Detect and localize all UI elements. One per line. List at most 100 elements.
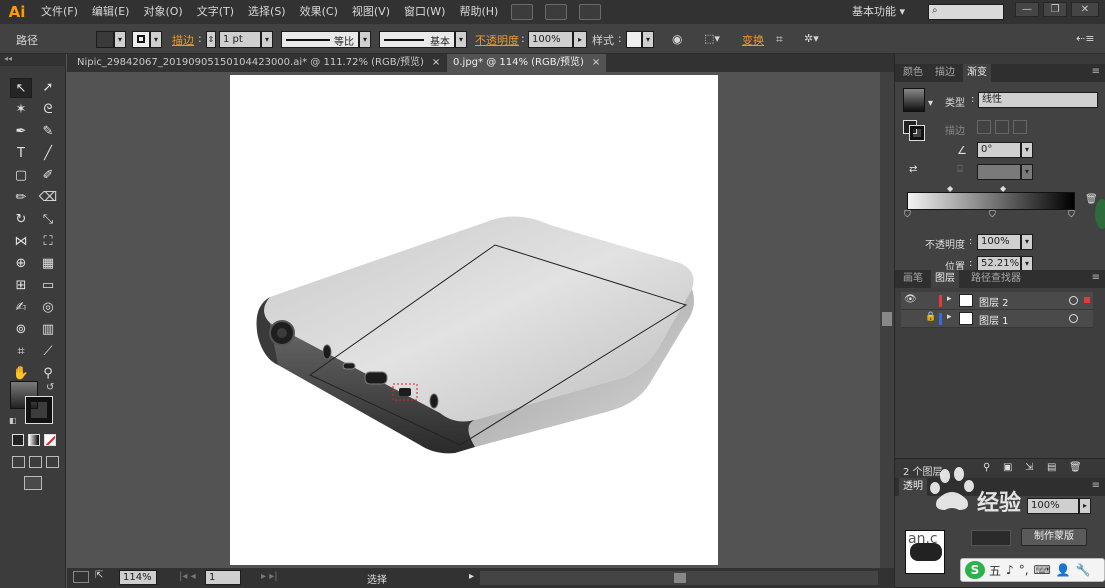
gradient-tool-icon[interactable]: ▭ bbox=[37, 276, 59, 296]
layer-name[interactable]: 图层 1 bbox=[979, 312, 1009, 327]
mask-thumbnail-field[interactable] bbox=[971, 530, 1011, 546]
power-bank-illustration[interactable] bbox=[230, 75, 718, 565]
eraser-tool-icon[interactable]: ⌫ bbox=[37, 188, 59, 208]
visibility-eye-icon[interactable]: 👁 bbox=[904, 294, 917, 305]
screen-mode-icon[interactable] bbox=[24, 476, 42, 490]
recolor-icon[interactable]: ◉ bbox=[672, 32, 682, 46]
gradient-stop-middle[interactable]: ⛉ bbox=[989, 210, 996, 220]
panel-menu-icon[interactable]: ≡ bbox=[1092, 272, 1100, 283]
menu-object[interactable]: 对象(O) bbox=[136, 0, 189, 24]
panel-menu-icon[interactable]: ≡ bbox=[1092, 66, 1100, 77]
pencil-tool-icon[interactable]: ✏ bbox=[10, 188, 32, 208]
profile-dropdown[interactable]: ▾ bbox=[359, 31, 371, 48]
vertical-scrollbar[interactable] bbox=[880, 72, 894, 568]
stroke-dropdown[interactable]: ▾ bbox=[150, 31, 162, 48]
first-artboard-icon[interactable]: |◂ ◂ bbox=[179, 571, 196, 582]
minimize-button[interactable]: — bbox=[1015, 2, 1039, 17]
gradient-stop-left[interactable]: ⛉ bbox=[904, 210, 911, 220]
layer-target-icon[interactable] bbox=[1069, 314, 1078, 323]
horizontal-scrollbar[interactable] bbox=[480, 571, 878, 585]
layer-name[interactable]: 图层 2 bbox=[979, 294, 1009, 309]
curvature-tool-icon[interactable]: ✎ bbox=[37, 122, 59, 142]
artboard-tool-icon[interactable]: ⌗ bbox=[10, 342, 32, 362]
lock-icon[interactable]: 🔒 bbox=[925, 312, 936, 322]
new-sublayer-icon[interactable]: ⇲ bbox=[1025, 462, 1033, 473]
stroke-gradient-across-icon[interactable] bbox=[1013, 120, 1027, 134]
stroke-weight-stepper[interactable]: ⇕ bbox=[206, 31, 216, 48]
restore-button[interactable]: ❐ bbox=[1043, 2, 1067, 17]
menu-view[interactable]: 视图(V) bbox=[345, 0, 397, 24]
stroke-box[interactable] bbox=[909, 125, 925, 141]
selection-tool-icon[interactable]: ↖ bbox=[10, 78, 32, 98]
delete-layer-icon[interactable]: 🗑 bbox=[1069, 462, 1082, 473]
default-colors-icon[interactable]: ◧ bbox=[9, 416, 17, 425]
arrange-documents-icon[interactable] bbox=[545, 4, 568, 20]
align-icon[interactable]: ⬚▾ bbox=[704, 32, 720, 45]
rotate-tool-icon[interactable]: ↻ bbox=[10, 210, 32, 230]
gradient-slider[interactable] bbox=[907, 192, 1075, 210]
tab-layers[interactable]: 图层 bbox=[931, 270, 959, 288]
menu-type[interactable]: 文字(T) bbox=[190, 0, 241, 24]
tab-0-jpg-document[interactable]: 0.jpg* @ 114% (RGB/预览) × bbox=[447, 54, 607, 72]
make-mask-button[interactable]: 制作蒙版 bbox=[1021, 528, 1087, 546]
zoom-tool-icon[interactable]: ⚲ bbox=[37, 364, 59, 384]
fill-dropdown[interactable]: ▾ bbox=[114, 31, 126, 48]
close-button[interactable]: ✕ bbox=[1071, 2, 1099, 17]
share-icon[interactable]: ⇱ bbox=[95, 570, 103, 581]
control-bar-menu-icon[interactable]: ⇠≡ bbox=[1076, 32, 1094, 45]
swap-colors-icon[interactable]: ↺ bbox=[46, 382, 54, 393]
layer-target-icon[interactable] bbox=[1069, 296, 1078, 305]
slice-tool-icon[interactable]: ⟋ bbox=[37, 342, 59, 362]
wrench-icon[interactable]: 🔧 bbox=[1076, 563, 1091, 577]
help-search-input[interactable]: ⌕ bbox=[928, 4, 1004, 20]
reverse-gradient-icon[interactable]: ⇄ bbox=[909, 164, 917, 175]
transparency-opacity-field[interactable]: 100% bbox=[1027, 498, 1079, 514]
transparency-opacity-dropdown[interactable]: ▸ bbox=[1079, 498, 1091, 514]
draw-inside-icon[interactable] bbox=[46, 456, 59, 468]
artboard-number-field[interactable]: 1 bbox=[205, 570, 241, 585]
punctuation-icon[interactable]: °, bbox=[1019, 563, 1029, 577]
panel-menu-icon[interactable]: ≡ bbox=[1092, 480, 1100, 491]
user-icon[interactable]: 👤 bbox=[1056, 563, 1071, 577]
opacity-field[interactable]: 100% bbox=[528, 31, 573, 48]
zoom-field[interactable]: 114% bbox=[119, 570, 157, 585]
menu-help[interactable]: 帮助(H) bbox=[452, 0, 505, 24]
isolate-icon[interactable]: ✲▾ bbox=[804, 32, 819, 45]
shape-builder-tool-icon[interactable]: ⊕ bbox=[10, 254, 32, 274]
vertical-scroll-thumb[interactable] bbox=[882, 312, 892, 326]
magic-wand-tool-icon[interactable]: ✶ bbox=[10, 100, 32, 120]
lasso-tool-icon[interactable]: ᘓ bbox=[37, 100, 59, 120]
status-bar-icon[interactable] bbox=[73, 571, 89, 583]
brush-definition[interactable]: 基本 bbox=[379, 31, 455, 48]
stroke-swatch[interactable] bbox=[132, 31, 150, 48]
gradient-opacity-field[interactable]: 100% bbox=[977, 234, 1021, 250]
expand-triangle-icon[interactable]: ▸ bbox=[947, 294, 952, 304]
expand-triangle-icon[interactable]: ▸ bbox=[947, 312, 952, 322]
stroke-weight-field[interactable]: 1 pt bbox=[219, 31, 261, 48]
bridge-icon[interactable] bbox=[511, 4, 534, 20]
variable-width-profile[interactable]: 等比 bbox=[281, 31, 359, 48]
gradient-stop-right[interactable]: ⛉ bbox=[1068, 210, 1075, 220]
angle-dropdown[interactable]: ▾ bbox=[1021, 142, 1033, 158]
layer-row[interactable]: 👁 ▸ 图层 2 bbox=[901, 292, 1093, 310]
mesh-tool-icon[interactable]: ⊞ bbox=[10, 276, 32, 296]
transparency-thumbnail[interactable]: an.c bbox=[905, 530, 945, 574]
tab-close-icon[interactable]: × bbox=[432, 57, 440, 68]
stroke-weight-dropdown[interactable]: ▾ bbox=[261, 31, 273, 48]
gradient-type-select[interactable]: 线性 bbox=[978, 92, 1098, 108]
draw-behind-icon[interactable] bbox=[29, 456, 42, 468]
make-clipping-mask-icon[interactable]: ▣ bbox=[1003, 462, 1012, 473]
gradient-opacity-dropdown[interactable]: ▾ bbox=[1021, 234, 1033, 250]
tab-color[interactable]: 颜色 bbox=[899, 64, 927, 82]
locate-object-icon[interactable]: ⚲ bbox=[983, 462, 990, 473]
tab-close-icon[interactable]: × bbox=[592, 57, 600, 68]
perspective-grid-tool-icon[interactable]: ▦ bbox=[37, 254, 59, 274]
rectangle-tool-icon[interactable]: ▢ bbox=[10, 166, 32, 186]
selected-led-indicator[interactable] bbox=[399, 388, 411, 396]
draw-normal-icon[interactable] bbox=[12, 456, 25, 468]
style-swatch[interactable] bbox=[626, 31, 642, 48]
line-tool-icon[interactable]: ╱ bbox=[37, 144, 59, 164]
tools-panel-grip[interactable]: ◂◂ bbox=[0, 54, 66, 66]
angle-field[interactable]: 0° bbox=[977, 142, 1021, 158]
menu-edit[interactable]: 编辑(E) bbox=[85, 0, 137, 24]
